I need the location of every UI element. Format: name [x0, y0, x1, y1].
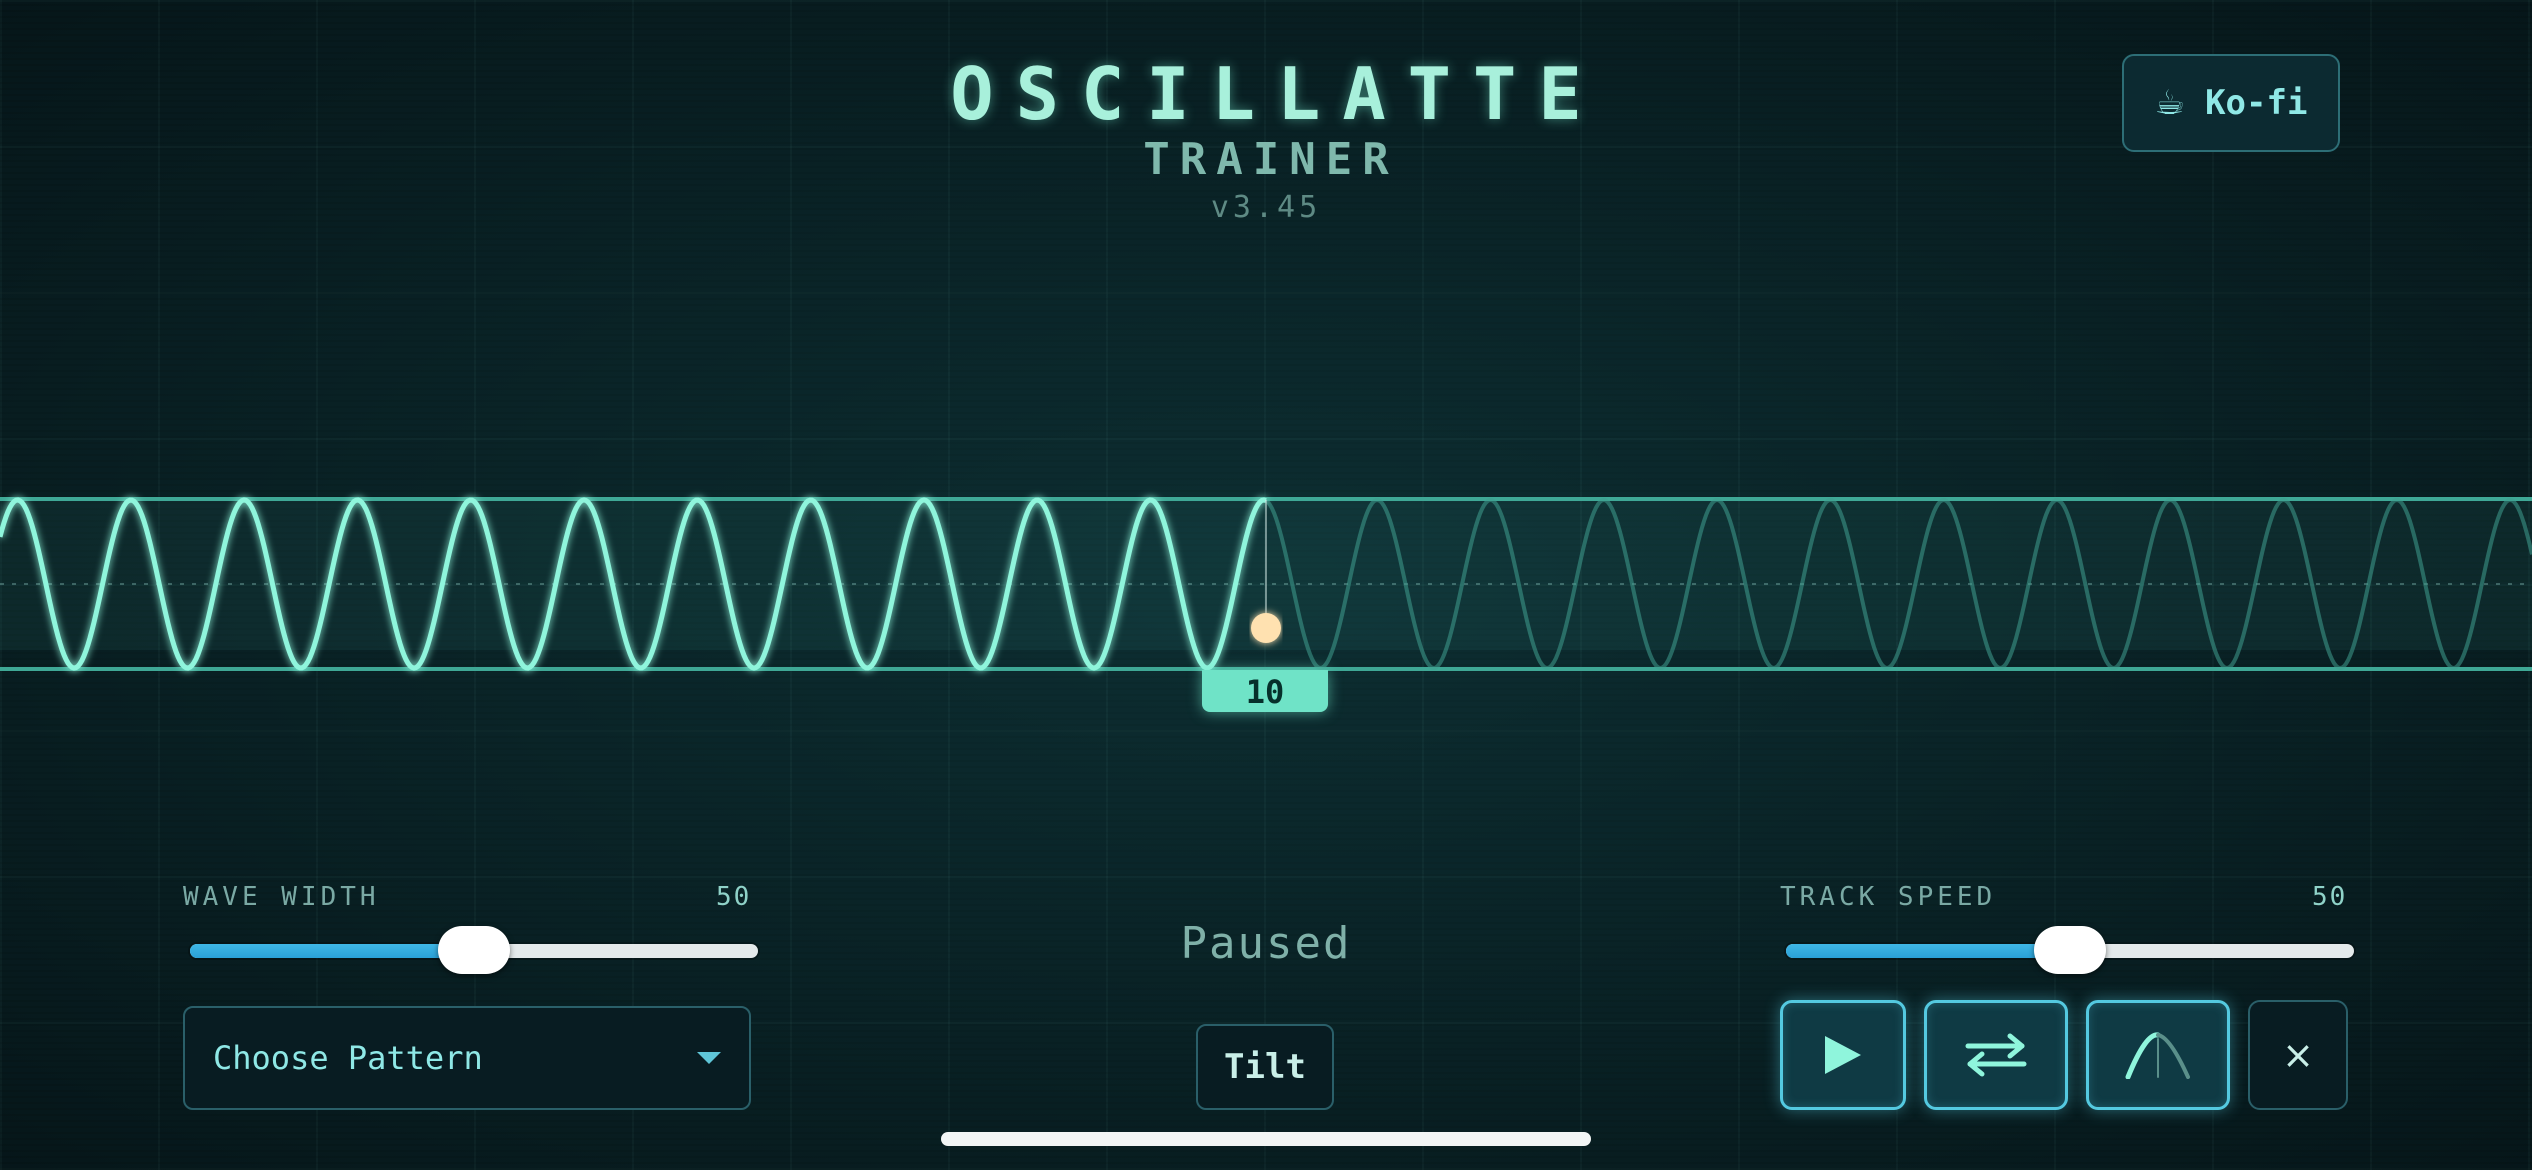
- kofi-button[interactable]: ☕ Ko-fi: [2122, 54, 2340, 152]
- playhead-cursor: [1251, 613, 1281, 643]
- track-speed-slider-fill: [1786, 944, 2070, 958]
- track-speed-value: 50: [2312, 882, 2348, 912]
- wave-width-label: WAVE WIDTH: [183, 882, 380, 912]
- play-icon: [1825, 1036, 1861, 1074]
- swap-button[interactable]: [1924, 1000, 2068, 1110]
- pattern-select-label: Choose Pattern: [213, 1039, 483, 1077]
- play-button[interactable]: [1780, 1000, 1906, 1110]
- pattern-select[interactable]: Choose Pattern: [183, 1006, 751, 1110]
- tilt-button[interactable]: Tilt: [1196, 1024, 1334, 1110]
- curve-icon: [2125, 1032, 2190, 1079]
- home-indicator[interactable]: [941, 1132, 1591, 1146]
- track-speed-label: TRACK SPEED: [1780, 882, 1997, 912]
- kofi-label: Ko-fi: [2205, 83, 2308, 123]
- wave-width-value: 50: [716, 882, 752, 912]
- app-version: v3.45: [1210, 190, 1322, 225]
- swap-arrows-icon: [1965, 1033, 2027, 1077]
- coffee-cup-icon: ☕: [2154, 83, 2186, 123]
- track-speed-slider-thumb[interactable]: [2034, 926, 2106, 974]
- curve-button[interactable]: [2086, 1000, 2230, 1110]
- position-marker: 10: [1202, 670, 1328, 712]
- close-button[interactable]: ×: [2248, 1000, 2348, 1110]
- close-icon: ×: [2282, 1033, 2314, 1077]
- caret-down-icon: [697, 1052, 721, 1064]
- track-speed-slider[interactable]: [1786, 926, 2354, 974]
- tilt-button-label: Tilt: [1224, 1047, 1306, 1087]
